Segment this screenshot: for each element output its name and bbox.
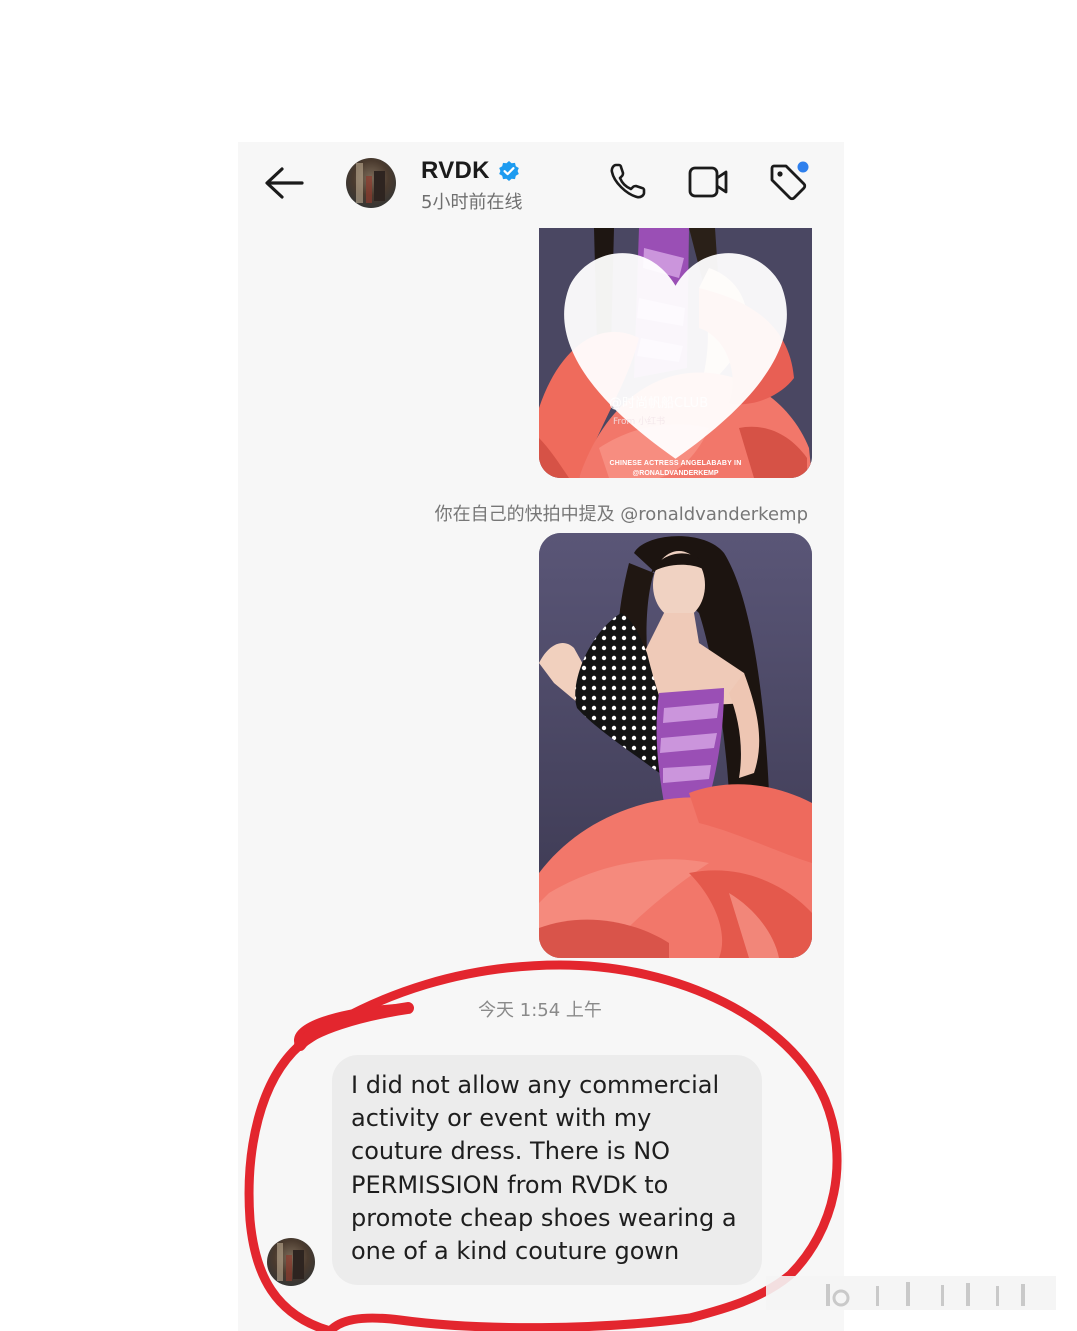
tag-button[interactable] [766, 160, 810, 204]
message-text-line: promote cheap shoes wearing a [351, 1203, 737, 1232]
page: RVDK 5小时前在线 @时尚帆船CLUB From 小红书 CHINESE A… [0, 0, 1077, 1331]
message-text-line: activity or event with my [351, 1104, 652, 1133]
tag-icon [770, 161, 809, 201]
contact-name: RVDK [421, 157, 490, 184]
verified-badge-icon [498, 161, 519, 181]
phone-icon [610, 163, 646, 199]
message-text-line: couture dress. There is NO [351, 1137, 671, 1166]
sender-avatar[interactable] [267, 1238, 315, 1286]
back-button[interactable] [262, 164, 306, 202]
photo-caption-line2: @RONALDVANDERKEMP [632, 470, 719, 477]
heart-logo-icon [564, 253, 787, 459]
story-mention-note: 你在自己的快拍中提及 @ronaldvanderkemp [434, 504, 808, 525]
avatar[interactable] [346, 158, 396, 208]
contact-name-row[interactable]: RVDK [421, 156, 520, 186]
video-call-icon [688, 166, 728, 198]
back-arrow-icon [265, 167, 304, 199]
video-call-button[interactable] [686, 160, 730, 204]
chat-header [238, 142, 844, 228]
online-status: 5小时前在线 [421, 192, 523, 213]
text-message-bubble[interactable]: I did not allow any commercial activity … [332, 1055, 762, 1285]
call-button[interactable] [606, 160, 650, 204]
message-text-line: PERMISSION from RVDK to [351, 1170, 669, 1199]
dress-photo-illustration [539, 533, 812, 958]
shared-story-photo[interactable]: @时尚帆船CLUB From 小红书 CHINESE ACTRESS ANGEL… [539, 228, 812, 478]
message-text-line: one of a kind couture gown [351, 1237, 680, 1266]
photo-caption-line1: CHINESE ACTRESS ANGELABABY IN [609, 460, 742, 467]
shared-story-photo[interactable] [539, 533, 812, 958]
message-text-line: I did not allow any commercial [351, 1071, 720, 1099]
watermark-text: @时尚帆船CLUB [609, 396, 709, 411]
watermark-source: From 小红书 [613, 417, 666, 427]
message-timestamp: 今天 1:54 上午 [478, 1000, 602, 1021]
